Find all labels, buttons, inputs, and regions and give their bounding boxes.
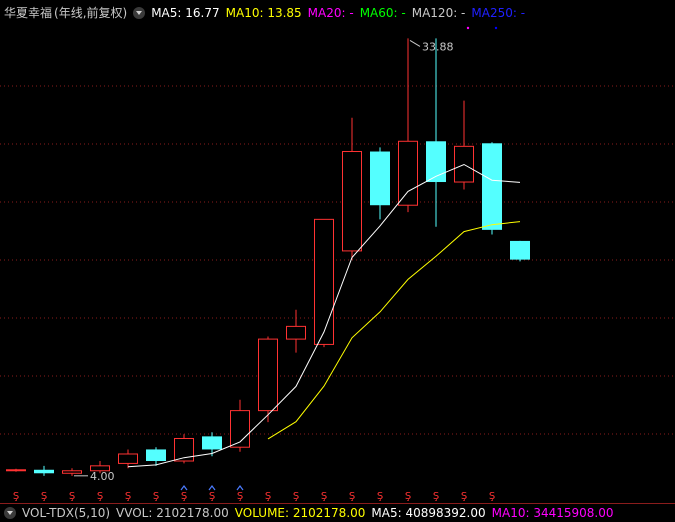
candle-body-up [342,151,362,252]
candlestick-chart[interactable]: 33.88 4.00 Ş Ş Ş Ş Ş Ş Ş Ş Ş Ş Ş Ş Ş Ş Ş Ş Ş Ş [0,26,675,503]
signal-marker: Ş [405,491,411,502]
signal-marker: Ş [433,491,439,502]
signal-marker: Ş [489,491,495,502]
signal-marker: Ş [181,491,187,502]
stock-title: 华夏幸福 [4,6,53,20]
candle-body-down [146,449,166,462]
max-label-pointer [409,39,421,47]
candle-body-up [258,338,278,412]
candle-body-down [510,240,530,260]
volume-ma5-value: MA5: 40898392.00 [371,506,486,520]
chevron-down-icon[interactable] [4,507,16,519]
max-price-label: 33.88 [422,40,454,53]
header-row: 华夏幸福 (年线,前复权) MA5: 16.77 MA10: 13.85 MA20: -… [4,5,531,21]
candle-body-up [398,140,418,206]
ma250-value: MA250: - [471,6,526,20]
ma5-value: MA5: 16.77 [151,6,220,20]
ma-dot [494,26,498,30]
signal-marker: Ş [41,491,47,502]
candle-body-up [286,325,306,340]
vvol-value: VVOL: 2102178.00 [116,506,229,520]
volume-header-row: VOL-TDX(5,10) VVOL: 2102178.00 VOLUME: 210… [4,506,619,521]
ma20-value: MA20: - [307,6,354,20]
signal-marker: Ş [153,491,159,502]
chart-header: 华夏幸福 (年线,前复权) MA5: 16.77 MA10: 13.85 MA20: -… [0,0,675,26]
chevron-down-icon[interactable] [133,7,146,19]
candle-body-up [6,469,26,472]
signal-marker: Ş [461,491,467,502]
min-price-label: 4.00 [90,470,115,483]
ma120-value: MA120: - [411,6,466,20]
signal-marker: Ş [69,491,75,502]
signal-marker: Ş [97,491,103,502]
signal-marker: Ş [377,491,383,502]
candle-body-up [62,470,82,474]
signal-marker: Ş [209,491,215,502]
candle-body-down [34,469,54,474]
candle-body-down [202,436,222,450]
signal-marker: Ş [349,491,355,502]
signal-marker: Ş [125,491,131,502]
signal-marker: Ş [265,491,271,502]
ma-dot [466,26,470,30]
candle-body-up [118,453,138,464]
volume-header: VOL-TDX(5,10) VVOL: 2102178.00 VOLUME: 210… [0,503,675,522]
signal-marker: Ş [293,491,299,502]
candle-body-down [482,143,502,230]
arrow-marker [180,485,188,491]
ma10-value: MA10: 13.85 [225,6,302,20]
candle-body-down [370,151,390,206]
volume-indicator-name[interactable]: VOL-TDX(5,10) [22,506,110,520]
candle-body-up [314,218,334,345]
arrow-marker [236,485,244,491]
volume-ma10-value: MA10: 34415908.00 [491,506,614,520]
arrow-marker [208,485,216,491]
volume-value: VOLUME: 2102178.00 [234,506,366,520]
signal-marker: Ş [321,491,327,502]
signal-marker: Ş [13,491,19,502]
ma60-value: MA60: - [359,6,406,20]
chart-mode: (年线,前复权) [54,6,128,20]
signal-marker: Ş [237,491,243,502]
